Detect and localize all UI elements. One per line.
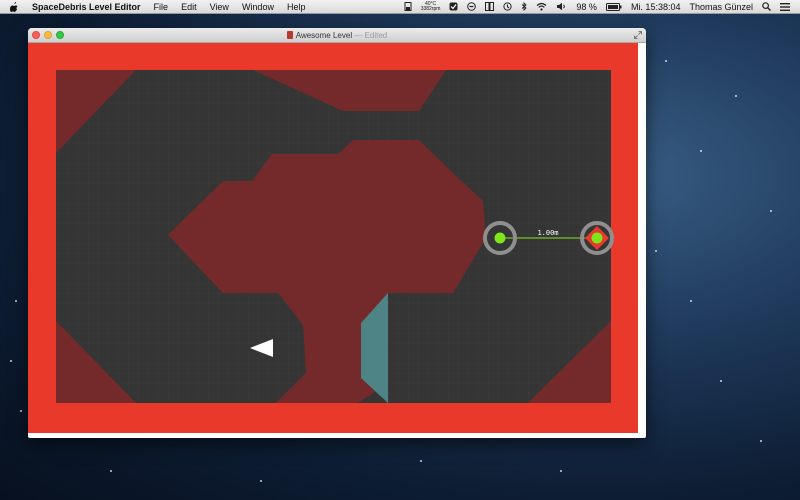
- spotlight-search-icon[interactable]: [762, 2, 771, 11]
- distance-label: 1.00m: [537, 229, 558, 237]
- time-machine-icon[interactable]: [503, 2, 513, 11]
- fullscreen-icon[interactable]: [634, 31, 642, 41]
- star: [20, 410, 22, 412]
- star: [15, 300, 17, 302]
- star: [110, 470, 112, 472]
- star: [770, 210, 772, 212]
- shield-check-icon[interactable]: [449, 2, 458, 11]
- star: [655, 250, 657, 252]
- star: [700, 150, 702, 152]
- window-title: Awesome Level: [295, 30, 353, 40]
- edit-menu[interactable]: Edit: [181, 2, 197, 12]
- battery-icon[interactable]: [605, 2, 622, 11]
- help-menu[interactable]: Help: [287, 2, 306, 12]
- node-handle-left[interactable]: [494, 232, 506, 244]
- window-titlebar[interactable]: Awesome Level — Edited: [28, 28, 646, 43]
- star: [260, 480, 262, 482]
- temperature-monitor[interactable]: 40°C 3382rpm: [420, 1, 441, 12]
- document-status-icon[interactable]: [404, 2, 412, 11]
- status-area: 40°C 3382rpm 98 % Mi. 15:38:04 Thomas Gü…: [404, 1, 790, 12]
- user-name[interactable]: Thomas Günzel: [689, 2, 753, 12]
- zoom-window-button[interactable]: [56, 31, 64, 39]
- star: [760, 440, 762, 442]
- fan-speed-value: 3382rpm: [420, 5, 441, 12]
- wifi-icon[interactable]: [536, 2, 547, 11]
- close-window-button[interactable]: [32, 31, 40, 39]
- edited-status[interactable]: — Edited: [354, 31, 387, 40]
- do-not-disturb-icon[interactable]: [467, 2, 477, 11]
- columns-icon[interactable]: [485, 2, 495, 11]
- menu-bar: SpaceDebris Level Editor File Edit View …: [0, 0, 800, 14]
- battery-percent[interactable]: 98 %: [576, 2, 597, 12]
- star: [720, 380, 722, 382]
- level-canvas[interactable]: 1.00m: [28, 43, 638, 433]
- apple-menu-icon[interactable]: [8, 1, 20, 12]
- level-map[interactable]: 1.00m: [28, 43, 638, 433]
- star: [665, 60, 667, 62]
- star: [690, 300, 692, 302]
- menubar-clock[interactable]: Mi. 15:38:04: [631, 2, 681, 12]
- star: [10, 360, 12, 362]
- window-controls: [32, 31, 64, 39]
- view-menu[interactable]: View: [210, 2, 229, 12]
- notification-center-icon[interactable]: [780, 2, 790, 11]
- minimize-window-button[interactable]: [44, 31, 52, 39]
- document-proxy-icon[interactable]: [286, 31, 293, 39]
- node-handle-right[interactable]: [591, 232, 603, 244]
- star: [420, 460, 422, 462]
- window-menu[interactable]: Window: [242, 2, 274, 12]
- volume-icon[interactable]: [556, 2, 567, 11]
- bluetooth-icon[interactable]: [521, 2, 528, 11]
- file-menu[interactable]: File: [154, 2, 169, 12]
- app-name-menu[interactable]: SpaceDebris Level Editor: [32, 2, 141, 12]
- star: [735, 95, 737, 97]
- editor-window: Awesome Level — Edited 1.00m: [28, 28, 646, 438]
- star: [560, 470, 562, 472]
